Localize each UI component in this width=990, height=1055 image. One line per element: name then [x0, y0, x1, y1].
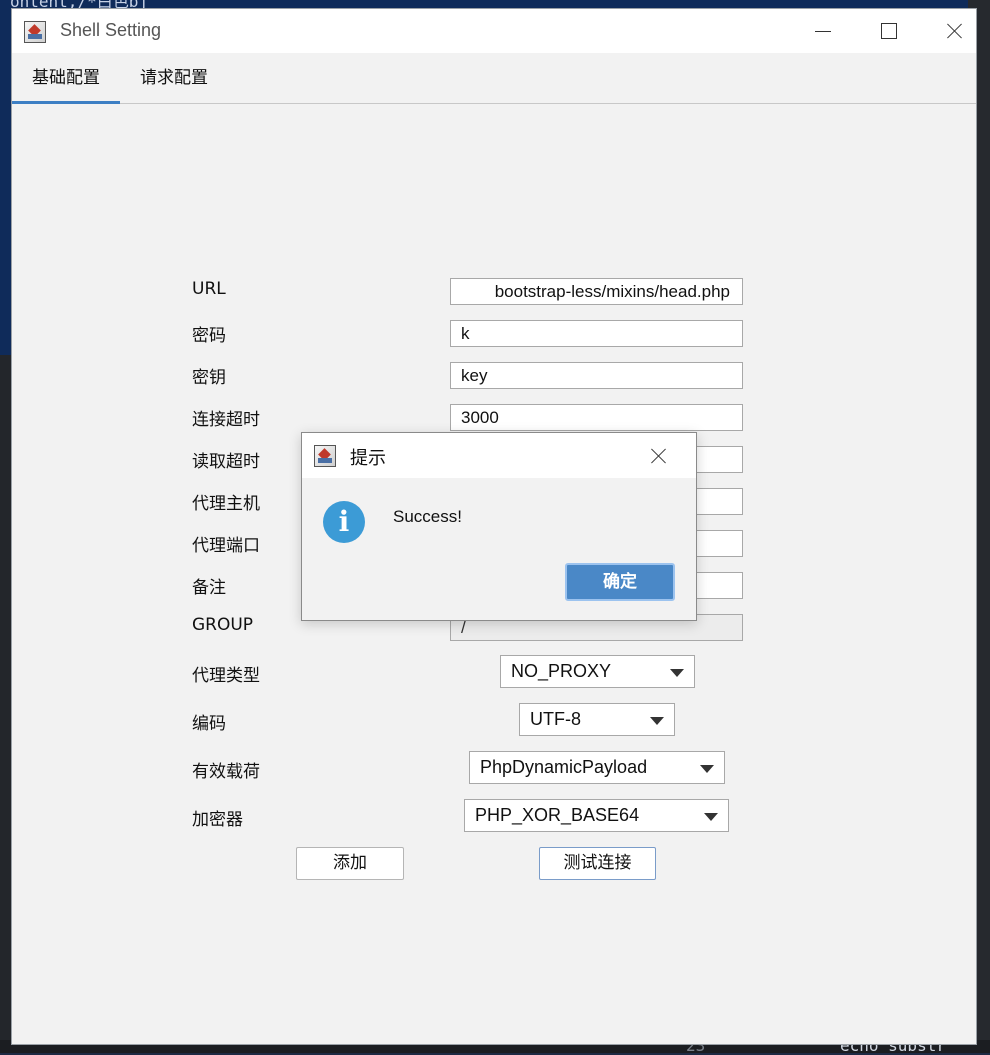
- test-connection-button[interactable]: 测试连接: [539, 847, 656, 880]
- maximize-icon: [881, 23, 897, 39]
- payload-value: PhpDynamicPayload: [480, 757, 648, 777]
- payload-label: 有效载荷: [192, 762, 260, 782]
- minimize-icon: [815, 30, 831, 32]
- encoding-label: 编码: [192, 714, 226, 734]
- key-field[interactable]: key: [450, 362, 743, 389]
- chevron-down-icon: [704, 813, 718, 821]
- maximize-button[interactable]: [856, 9, 922, 53]
- chevron-down-icon: [700, 765, 714, 773]
- tab-bar: 基础配置 请求配置: [12, 53, 976, 104]
- dialog-close-icon[interactable]: [650, 447, 668, 465]
- dialog-titlebar[interactable]: 提示: [302, 433, 696, 478]
- java-app-icon: [314, 445, 336, 467]
- close-button[interactable]: [922, 9, 988, 53]
- cryption-value: PHP_XOR_BASE64: [475, 805, 640, 825]
- chevron-down-icon: [650, 717, 664, 725]
- tab-basic-config[interactable]: 基础配置: [12, 53, 120, 104]
- dialog-title: 提示: [350, 448, 386, 469]
- proxy-type-label: 代理类型: [192, 666, 260, 686]
- url-field[interactable]: bootstrap-less/mixins/head.php: [450, 278, 743, 305]
- minimize-button[interactable]: [790, 9, 856, 53]
- connect-timeout-field[interactable]: 3000: [450, 404, 743, 431]
- read-timeout-label: 读取超时: [192, 452, 260, 472]
- password-field[interactable]: k: [450, 320, 743, 347]
- chevron-down-icon: [670, 669, 684, 677]
- dialog-message: Success!: [393, 507, 462, 526]
- remark-label: 备注: [192, 578, 226, 598]
- cryption-label: 加密器: [192, 810, 243, 830]
- proxy-type-select[interactable]: NO_PROXY: [500, 655, 695, 688]
- payload-select[interactable]: PhpDynamicPayload: [469, 751, 725, 784]
- url-label: URL: [192, 279, 226, 299]
- cryption-select[interactable]: PHP_XOR_BASE64: [464, 799, 729, 832]
- java-app-icon: [24, 21, 46, 43]
- proxy-host-label: 代理主机: [192, 494, 260, 514]
- ok-button[interactable]: 确定: [565, 563, 675, 601]
- window-titlebar[interactable]: Shell Setting: [12, 9, 976, 53]
- password-label: 密码: [192, 326, 226, 346]
- encoding-value: UTF-8: [530, 709, 581, 729]
- proxy-type-value: NO_PROXY: [511, 661, 612, 681]
- add-button[interactable]: 添加: [296, 847, 404, 880]
- proxy-port-label: 代理端口: [192, 536, 260, 556]
- tab-request-config[interactable]: 请求配置: [124, 53, 224, 101]
- message-dialog: 提示 i Success! 确定: [301, 432, 697, 621]
- close-icon: [946, 22, 964, 40]
- group-label: GROUP: [192, 615, 254, 635]
- connect-timeout-label: 连接超时: [192, 410, 260, 430]
- window-title: Shell Setting: [60, 20, 162, 40]
- info-icon: i: [323, 501, 365, 543]
- key-label: 密钥: [192, 368, 226, 388]
- encoding-select[interactable]: UTF-8: [519, 703, 675, 736]
